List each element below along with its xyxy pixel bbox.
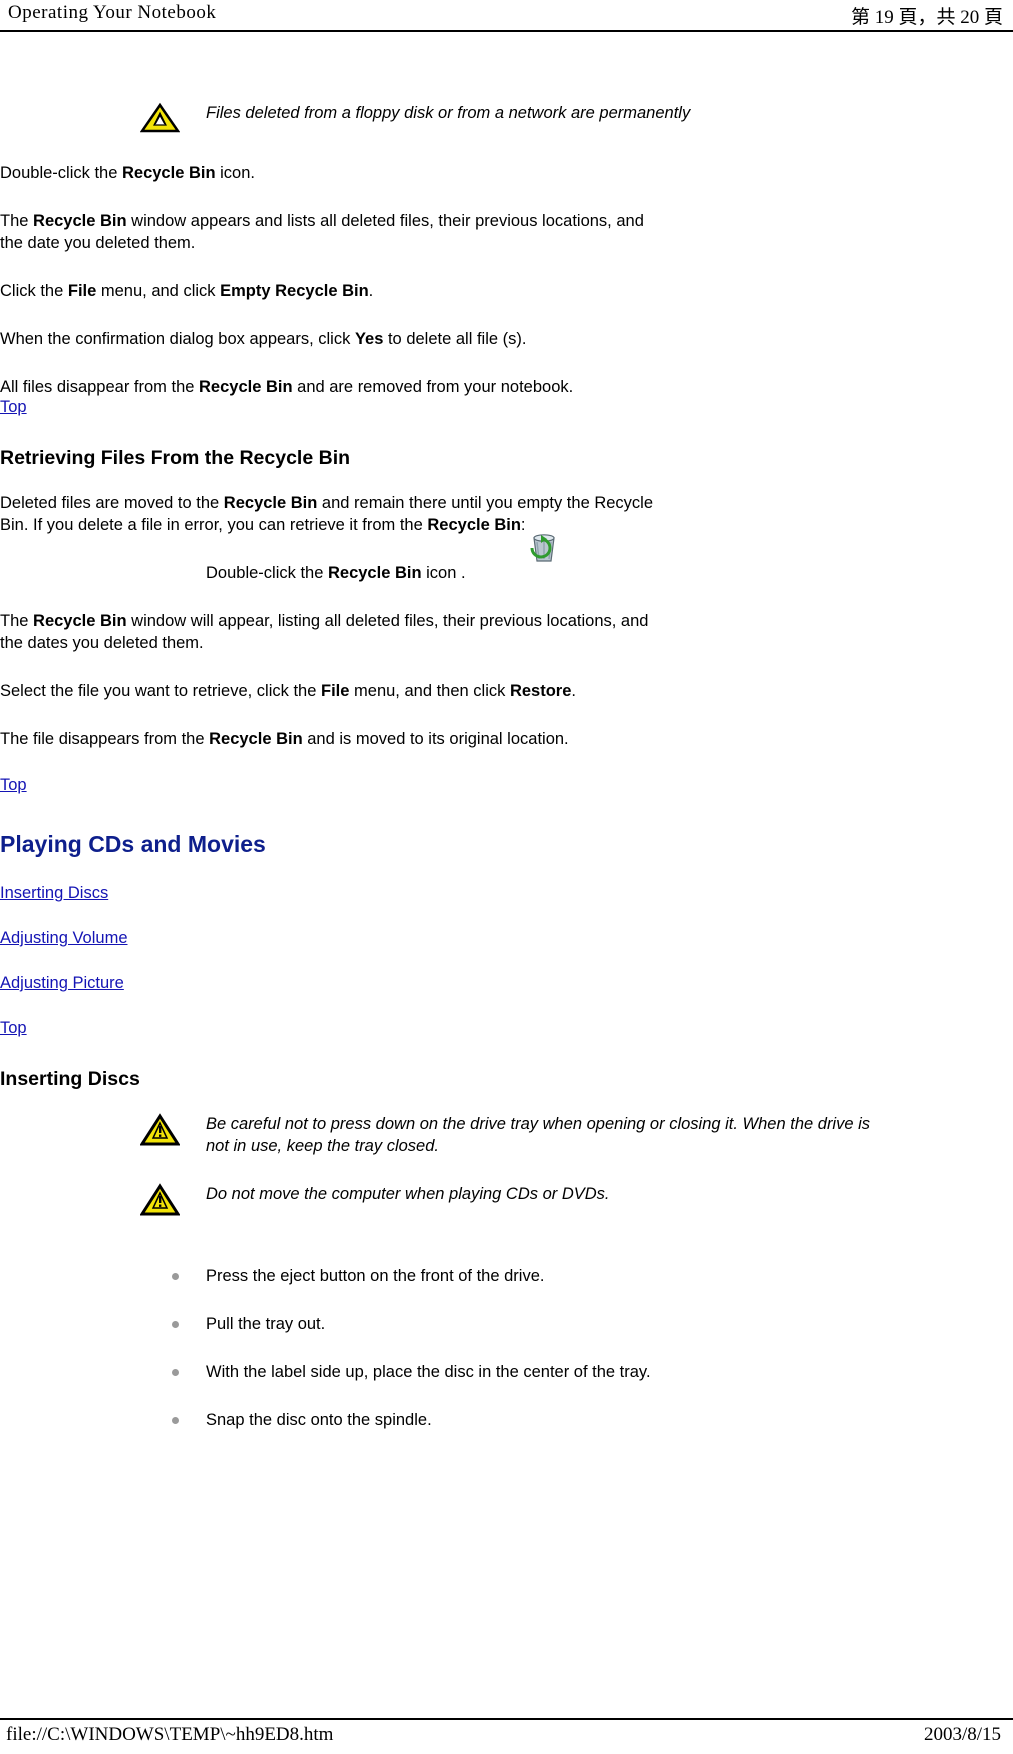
warning-note-move: Do not move the computer when playing CD… [0,1183,1013,1217]
toc-link-adjusting-picture[interactable]: Adjusting Picture [0,974,124,992]
list-item-label: Press the eject button on the front of t… [206,1267,545,1285]
toc-link-row: Adjusting Volume [0,929,670,948]
step-paragraph: Click the File menu, and click Empty Rec… [0,282,374,300]
page-number: 第 19 頁，共 20 頁 [850,7,1003,28]
heading-inserting-discs: Inserting Discs [0,1068,140,1090]
toc-link-row: Adjusting Picture [0,974,670,993]
list-item-label: Pull the tray out. [206,1315,326,1333]
page-footer: file://C:\WINDOWS\TEMP\~hh9ED8.htm 2003/… [0,1718,1013,1754]
document-content: Files deleted from a floppy disk or from… [0,32,1013,1718]
step-paragraph: The file disappears from the Recycle Bin… [0,730,569,748]
step-paragraph: All files disappear from the Recycle Bin… [0,378,574,396]
top-link-row: Top [0,776,670,795]
document-title: Operating Your Notebook [8,2,217,23]
warning-note-tray: Be careful not to press down on the driv… [0,1113,1013,1157]
step-paragraph: When the confirmation dialog box appears… [0,330,527,348]
page-header: Operating Your Notebook 第 19 頁，共 20 頁 [0,0,1013,32]
steps-empty-recycle-bin: Double-click the Recycle Bin icon. The R… [0,162,1013,398]
file-path: file://C:\WINDOWS\TEMP\~hh9ED8.htm [6,1724,334,1745]
step-paragraph: The Recycle Bin window will appear, list… [0,612,649,652]
warning-note-text: Be careful not to press down on the driv… [206,1115,871,1155]
top-link[interactable]: Top [0,398,27,416]
recycle-bin-icon [524,526,564,566]
toc-link-row: Inserting Discs [0,884,670,903]
step-paragraph: Double-click the Recycle Bin icon. [0,164,255,182]
step-paragraph: The Recycle Bin window appears and lists… [0,212,644,252]
top-link-row: Top [0,398,670,417]
list-item-label: With the label side up, place the disc i… [206,1363,651,1381]
top-link[interactable]: Top [0,776,27,794]
toc-link-adjusting-volume[interactable]: Adjusting Volume [0,929,128,947]
warning-triangle-icon [139,1183,181,1217]
bullet-dot-icon [172,1273,179,1280]
bullet-dot-icon [172,1417,179,1424]
top-link[interactable]: Top [0,1019,27,1037]
retrieve-intro-paragraph: Deleted files are moved to the Recycle B… [0,494,654,534]
step-paragraph: Select the file you want to retrieve, cl… [0,682,576,700]
list-item: Pull the tray out. [0,1313,1013,1335]
heading-retrieving-files: Retrieving Files From the Recycle Bin [0,447,351,469]
top-link-row: Top [0,1019,670,1038]
list-item: With the label side up, place the disc i… [0,1361,1013,1383]
list-item-label: Snap the disc onto the spindle. [206,1411,432,1429]
warning-note-floppy: Files deleted from a floppy disk or from… [0,102,1013,136]
warning-triangle-icon [139,1113,181,1147]
bullet-dot-icon [172,1321,179,1328]
warning-note-text: Files deleted from a floppy disk or from… [206,104,691,122]
bullet-dot-icon [172,1369,179,1376]
warning-triangle-icon [139,102,181,134]
print-date: 2003/8/15 [923,1724,1001,1745]
list-item: Snap the disc onto the spindle. [0,1409,1013,1431]
toc-link-inserting-discs[interactable]: Inserting Discs [0,884,108,902]
heading-playing-cds-movies: Playing CDs and Movies [0,831,266,857]
list-item: Press the eject button on the front of t… [0,1265,1013,1287]
recycle-bin-step-wrap: Double-click the Recycle Bin icon . [206,526,876,584]
warning-note-text: Do not move the computer when playing CD… [206,1185,610,1203]
